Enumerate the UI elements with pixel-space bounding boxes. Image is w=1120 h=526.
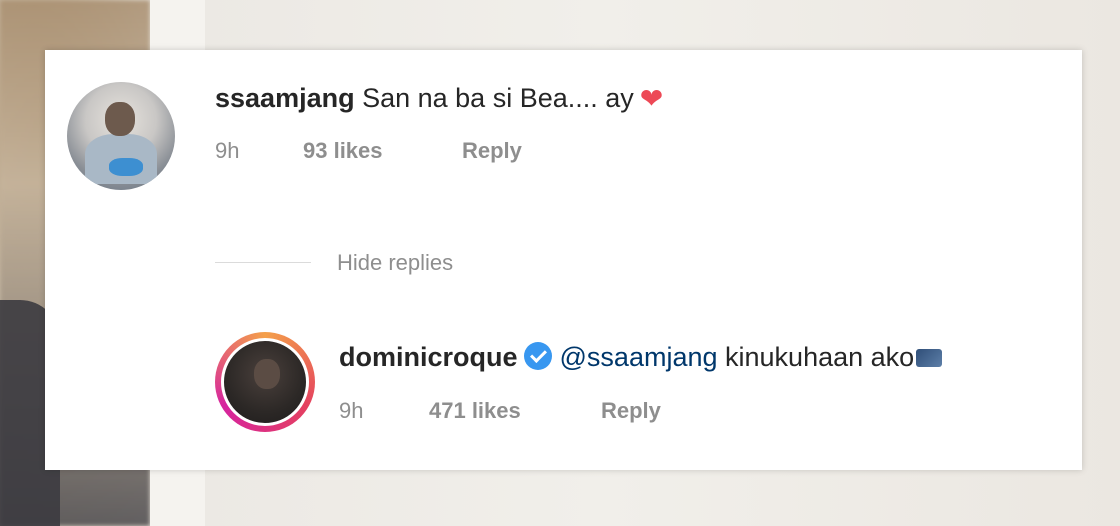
reply-meta: 9h 471 likes Reply — [339, 398, 759, 428]
hide-replies-label[interactable]: Hide replies — [337, 250, 453, 276]
reply-line: dominicroque @ssaamjang kinukuhaan ako — [339, 342, 943, 373]
reply-avatar-story-ring[interactable] — [215, 332, 315, 432]
verified-badge-icon — [523, 342, 552, 370]
hide-replies-divider — [215, 262, 311, 263]
comment-line: ssaamjang San na ba si Bea.... ay ❤ — [215, 82, 663, 115]
reply-likes[interactable]: 471 likes — [429, 398, 521, 424]
comment-username[interactable]: ssaamjang — [215, 83, 355, 113]
reply-mention[interactable]: @ssaamjang — [560, 342, 718, 372]
reply-username[interactable]: dominicroque — [339, 342, 518, 372]
comment-reply-button[interactable]: Reply — [462, 138, 522, 164]
reply-time: 9h — [339, 398, 364, 423]
comment-likes[interactable]: 93 likes — [303, 138, 383, 164]
comment-meta: 9h 93 likes Reply — [215, 138, 615, 168]
reply-reply-button[interactable]: Reply — [601, 398, 661, 424]
comment-body: San na ba si Bea.... ay — [362, 83, 634, 113]
heart-icon: ❤ — [639, 83, 664, 114]
reply-avatar[interactable] — [221, 338, 309, 426]
comment-time: 9h — [215, 138, 240, 163]
commenter-avatar[interactable] — [67, 82, 175, 190]
camera-icon — [916, 349, 943, 367]
comment-card: ssaamjang San na ba si Bea.... ay ❤ 9h 93… — [45, 50, 1082, 470]
reply-body: kinukuhaan ako — [725, 342, 915, 372]
